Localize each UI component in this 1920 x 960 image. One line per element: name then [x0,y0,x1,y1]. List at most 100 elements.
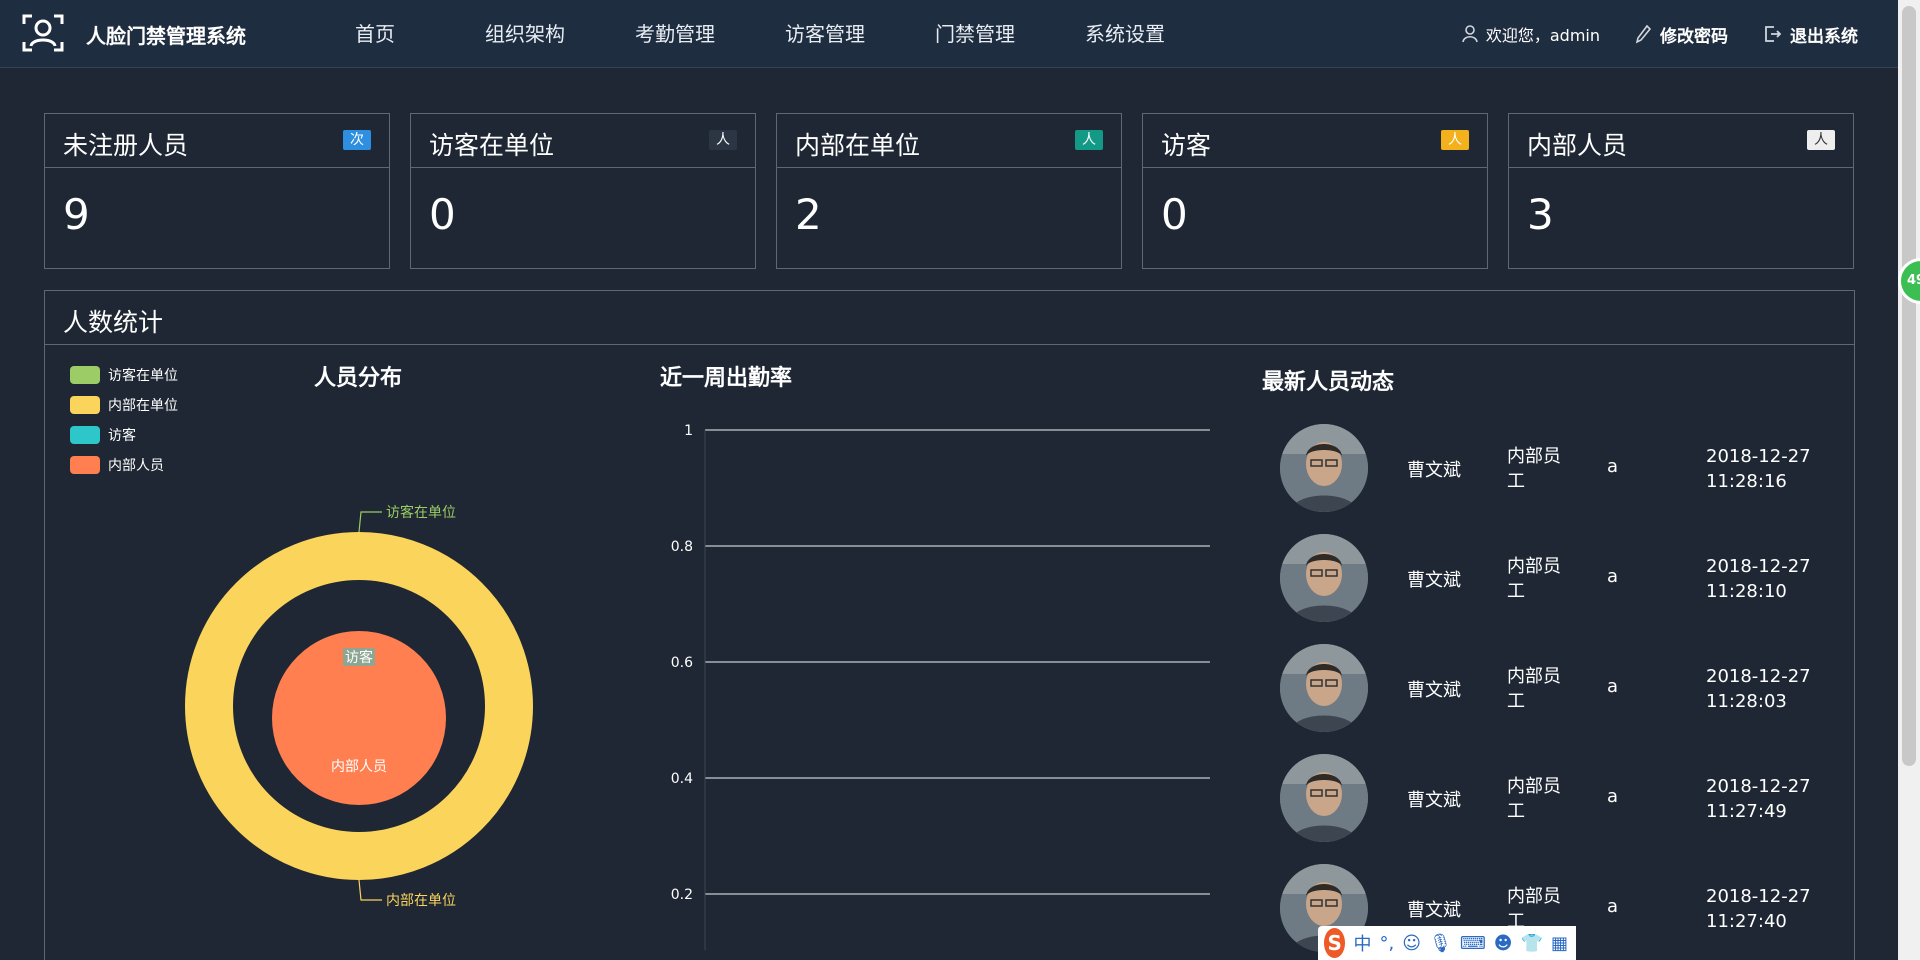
list-item[interactable]: 曹文斌 内部员工 a 2018-12-27 11:28:16 [1262,420,1852,530]
legend-swatch [70,366,100,384]
legend-swatch [70,396,100,414]
stat-card-internal-staff: 内部人员 人 3 [1508,113,1854,269]
card-title: 访客在单位 [429,131,555,160]
card-title: 内部人员 [1527,131,1628,160]
welcome-text: 欢迎您，admin [1485,26,1600,45]
stat-card-unregistered: 未注册人员 次 9 [44,113,390,269]
user-icon[interactable]: ☻ [1494,933,1513,954]
list-item[interactable]: 曹文斌 内部员工 a 2018-12-27 11:28:03 [1262,640,1852,750]
legend-item-visitors-on-site[interactable]: 访客在单位 [70,360,178,390]
label-internal-staff: 内部人员 [331,759,387,775]
nav-organization[interactable]: 组织架构 [450,0,600,68]
event-date: 2018-12-27 [1706,666,1811,687]
emoji-icon[interactable]: ☺ [1402,933,1421,954]
person-department: a [1607,566,1619,587]
legend-label: 内部人员 [108,458,164,474]
label-staff-on-site: 内部在单位 [386,893,456,909]
event-time: 2018-12-27 11:27:49 [1706,774,1816,824]
legend-item-visitors[interactable]: 访客 [70,420,178,450]
y-tick-label: 1 [684,423,693,439]
avatar [1280,644,1368,732]
pencil-icon [1636,24,1652,44]
scrollbar-thumb[interactable] [1902,6,1916,766]
keyboard-icon[interactable]: ⌨ [1460,933,1486,954]
ime-punctuation[interactable]: °, [1379,933,1394,954]
distribution-pie-chart: 访客在单位 内部在单位 访客 内部人员 [185,504,533,909]
event-date: 2018-12-27 [1706,886,1811,907]
avatar [1280,424,1368,512]
list-item[interactable]: 曹文斌 内部员工 a 2018-12-27 11:28:10 [1262,530,1852,640]
legend-item-staff-on-site[interactable]: 内部在单位 [70,390,178,420]
logout-link[interactable]: 退出系统 [1764,22,1858,47]
event-date: 2018-12-27 [1706,776,1811,797]
card-badge: 人 [709,130,737,150]
y-tick-label: 0.4 [671,771,693,787]
card-value: 2 [795,190,822,239]
nav-system-settings[interactable]: 系统设置 [1050,0,1200,68]
person-name: 曹文斌 [1407,680,1461,701]
attendance-title: 近一周出勤率 [660,366,793,391]
ime-language[interactable]: 中 [1353,930,1371,956]
legend-item-internal-staff[interactable]: 内部人员 [70,450,178,480]
person-department: a [1607,456,1619,477]
app-title: 人脸门禁管理系统 [86,24,246,48]
ime-toolbar[interactable]: S 中 °, ☺ 🎙 ⌨ ☻ 👕 ▦ [1318,926,1576,960]
avatar [1280,534,1368,622]
nav-attendance[interactable]: 考勤管理 [600,0,750,68]
card-title: 内部在单位 [795,131,921,160]
y-tick-label: 0.8 [671,539,693,555]
face-recognition-logo-icon [22,14,64,52]
stat-card-visitors-on-site: 访客在单位 人 0 [410,113,756,269]
logout-icon [1765,26,1782,42]
panel-header: 人数统计 [45,291,1854,345]
person-type: 内部员工 [1507,666,1561,712]
card-title: 未注册人员 [63,131,189,160]
label-line-visitors-on-site [358,511,382,533]
event-clock: 11:28:03 [1706,691,1787,712]
card-value: 9 [63,190,90,239]
page-scrollbar[interactable] [1898,0,1920,960]
legend-label: 访客 [108,428,136,444]
person-name: 曹文斌 [1407,570,1461,591]
label-visitors: 访客 [345,649,373,666]
distribution-title: 人员分布 [314,366,403,391]
card-header: 访客在单位 人 [411,114,755,168]
nav-visitor[interactable]: 访客管理 [750,0,900,68]
grid-icon[interactable]: ▦ [1551,933,1568,954]
avatar [1280,754,1368,842]
card-value: 0 [1161,190,1188,239]
attendance-line-chart: 1 0.8 0.6 0.4 0.2 [671,423,1210,950]
main-nav: 首页 组织架构 考勤管理 访客管理 门禁管理 系统设置 [300,0,1200,68]
event-time: 2018-12-27 11:27:40 [1706,884,1816,934]
activity-title: 最新人员动态 [1262,370,1395,395]
card-value: 0 [429,190,456,239]
y-tick-label: 0.6 [671,655,693,671]
event-time: 2018-12-27 11:28:03 [1706,664,1816,714]
stat-card-visitors: 访客 人 0 [1142,113,1488,269]
card-header: 内部人员 人 [1509,114,1853,168]
card-header: 未注册人员 次 [45,114,389,168]
event-time: 2018-12-27 11:28:10 [1706,554,1816,604]
microphone-icon[interactable]: 🎙 [1429,933,1452,954]
person-name: 曹文斌 [1407,460,1461,481]
card-badge: 次 [343,130,371,150]
nav-access-control[interactable]: 门禁管理 [900,0,1050,68]
label-line-staff-on-site [358,879,382,901]
person-department: a [1607,676,1619,697]
user-area: 欢迎您，admin 修改密码 退出系统 [1462,0,1898,68]
welcome-user: 欢迎您，admin [1462,22,1600,46]
skin-icon[interactable]: 👕 [1521,933,1543,954]
card-title: 访客 [1161,131,1212,160]
person-department: a [1607,896,1619,917]
change-password-label: 修改密码 [1660,26,1728,47]
person-department: a [1607,786,1619,807]
sogou-logo-icon: S [1324,928,1346,958]
change-password-link[interactable]: 修改密码 [1636,22,1728,47]
nav-home[interactable]: 首页 [300,0,450,68]
event-time: 2018-12-27 11:28:16 [1706,444,1816,494]
list-item[interactable]: 曹文斌 内部员工 a 2018-12-27 11:27:49 [1262,750,1852,860]
pie-legend: 访客在单位 内部在单位 访客 内部人员 [70,360,178,480]
label-visitors-on-site: 访客在单位 [386,504,456,521]
user-icon [1462,25,1478,43]
event-date: 2018-12-27 [1706,446,1811,467]
